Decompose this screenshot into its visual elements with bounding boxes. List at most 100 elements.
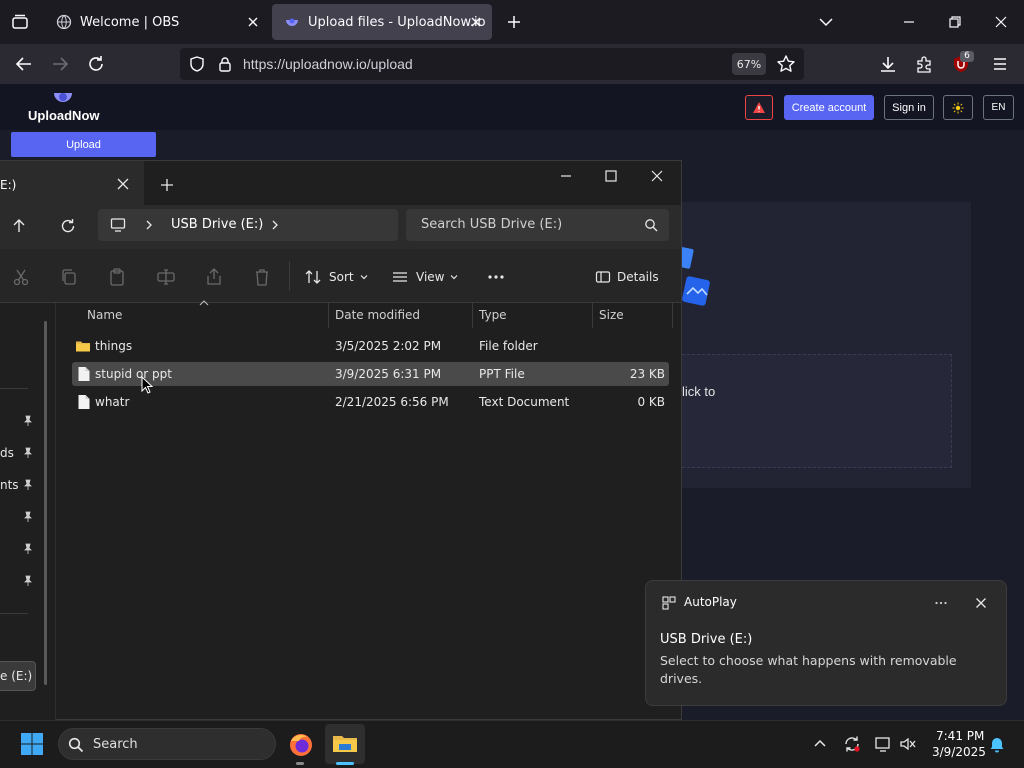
- view-button[interactable]: View: [391, 267, 459, 287]
- close-tab-icon[interactable]: [468, 14, 484, 30]
- downloads-icon[interactable]: [878, 54, 898, 74]
- create-account-button[interactable]: Create account: [784, 95, 874, 120]
- details-button[interactable]: Details: [595, 267, 659, 287]
- upload-nav-button[interactable]: Upload: [11, 132, 156, 157]
- tracking-shield-icon[interactable]: [188, 55, 206, 73]
- file-name: whatr: [95, 395, 130, 409]
- nav-item-documents-label[interactable]: nts: [0, 478, 19, 492]
- warning-icon: [753, 101, 765, 113]
- search-box[interactable]: Search USB Drive (E:): [406, 209, 669, 241]
- breadcrumb-chevron-icon[interactable]: [143, 219, 155, 231]
- network-icon[interactable]: [874, 735, 892, 753]
- pin-icon[interactable]: [22, 575, 34, 587]
- breadcrumb-usb-drive[interactable]: USB Drive (E:): [171, 217, 263, 232]
- zoom-level[interactable]: 67%: [732, 53, 766, 75]
- reload-icon[interactable]: [86, 54, 106, 74]
- toolbar-divider: [289, 261, 290, 291]
- column-header-type[interactable]: Type: [479, 308, 507, 322]
- close-window-icon[interactable]: [992, 13, 1010, 31]
- pin-icon[interactable]: [22, 479, 34, 491]
- file-explorer-app-icon[interactable]: [325, 724, 365, 764]
- globe-icon: [56, 14, 72, 30]
- url-text[interactable]: https://uploadnow.io/upload: [243, 56, 413, 72]
- column-header-name[interactable]: Name: [87, 308, 122, 322]
- up-arrow-icon[interactable]: [10, 217, 28, 235]
- start-windows-icon[interactable]: [20, 732, 44, 756]
- paste-icon[interactable]: [107, 267, 127, 287]
- pin-icon[interactable]: [22, 543, 34, 555]
- clock-date[interactable]: 3/9/2025: [932, 745, 986, 759]
- explorer-tab[interactable]: E:): [0, 161, 144, 205]
- tab-uploadnow[interactable]: Upload files - UploadNow.io: [272, 4, 492, 40]
- pin-icon[interactable]: [22, 447, 34, 459]
- minimize-icon[interactable]: [900, 13, 918, 31]
- sort-button[interactable]: Sort: [304, 267, 369, 287]
- site-logo[interactable]: UploadNow: [28, 108, 100, 123]
- file-type: File folder: [479, 339, 538, 353]
- theme-toggle-button[interactable]: [943, 95, 973, 120]
- nav-scrollbar[interactable]: [44, 321, 47, 685]
- language-button[interactable]: EN: [983, 95, 1014, 120]
- alert-button[interactable]: [745, 95, 773, 120]
- chevron-up-icon[interactable]: [812, 736, 828, 752]
- pin-icon[interactable]: [22, 511, 34, 523]
- column-divider[interactable]: [328, 303, 329, 328]
- lock-icon[interactable]: [216, 55, 234, 73]
- share-icon[interactable]: [204, 267, 224, 287]
- column-header-date[interactable]: Date modified: [335, 308, 420, 322]
- mouse-cursor-icon: [141, 376, 153, 394]
- back-icon[interactable]: [14, 54, 34, 74]
- volume-muted-icon[interactable]: [899, 735, 917, 753]
- column-header-size[interactable]: Size: [599, 308, 624, 322]
- more-options-icon[interactable]: [486, 267, 506, 287]
- details-label: Details: [617, 270, 659, 284]
- url-bar[interactable]: https://uploadnow.io/upload 67%: [180, 48, 804, 80]
- cut-icon[interactable]: [11, 267, 31, 287]
- delete-icon[interactable]: [252, 267, 272, 287]
- notification-bell-icon[interactable]: [988, 735, 1006, 753]
- pin-icon[interactable]: [22, 415, 34, 427]
- autoplay-notification[interactable]: AutoPlay USB Drive (E:) Select to choose…: [645, 580, 1007, 706]
- rename-icon[interactable]: [156, 267, 176, 287]
- tab-obs[interactable]: Welcome | OBS: [44, 4, 269, 40]
- search-icon[interactable]: [644, 218, 658, 232]
- file-row[interactable]: whatr 2/21/2025 6:56 PM Text Document 0 …: [72, 390, 669, 414]
- bookmark-star-icon[interactable]: [776, 54, 796, 74]
- chevron-down-icon[interactable]: [817, 13, 835, 31]
- sign-in-button[interactable]: Sign in: [884, 95, 934, 120]
- view-list-icon: [393, 272, 407, 282]
- hamburger-menu-icon[interactable]: [990, 54, 1010, 74]
- search-placeholder: Search USB Drive (E:): [421, 217, 563, 232]
- maximize-icon[interactable]: [604, 169, 618, 183]
- close-icon[interactable]: [974, 596, 988, 610]
- new-tab-icon[interactable]: [160, 178, 174, 192]
- taskbar-search-box[interactable]: Search: [58, 728, 276, 760]
- close-window-icon[interactable]: [650, 169, 664, 183]
- forward-icon[interactable]: [50, 54, 70, 74]
- logo-mark-icon: [52, 90, 74, 108]
- minimize-icon[interactable]: [559, 169, 573, 183]
- nav-item-downloads-label[interactable]: ds: [0, 446, 14, 460]
- refresh-icon[interactable]: [59, 217, 77, 235]
- nav-item-usb-drive[interactable]: e (E:): [0, 661, 36, 691]
- breadcrumb-chevron-icon[interactable]: [269, 219, 281, 231]
- address-bar[interactable]: USB Drive (E:): [98, 209, 398, 241]
- column-divider[interactable]: [592, 303, 593, 328]
- restore-icon[interactable]: [946, 13, 964, 31]
- extensions-icon[interactable]: [914, 54, 934, 74]
- column-divider[interactable]: [472, 303, 473, 328]
- clock-time[interactable]: 7:41 PM: [936, 729, 984, 743]
- file-row-selected[interactable]: stupid or ppt 3/9/2025 6:31 PM PPT File …: [72, 362, 669, 386]
- new-tab-icon[interactable]: [505, 13, 523, 31]
- more-options-icon[interactable]: [934, 596, 948, 610]
- search-icon: [68, 737, 84, 753]
- drop-zone[interactable]: [682, 354, 952, 468]
- tab-list-icon[interactable]: [11, 13, 29, 31]
- close-tab-icon[interactable]: [116, 177, 130, 191]
- sync-icon[interactable]: [843, 735, 861, 753]
- copy-icon[interactable]: [59, 267, 79, 287]
- file-row[interactable]: things 3/5/2025 2:02 PM File folder: [72, 334, 669, 358]
- close-tab-icon[interactable]: [245, 14, 261, 30]
- nav-divider: [0, 613, 28, 614]
- firefox-app-icon[interactable]: [288, 732, 314, 758]
